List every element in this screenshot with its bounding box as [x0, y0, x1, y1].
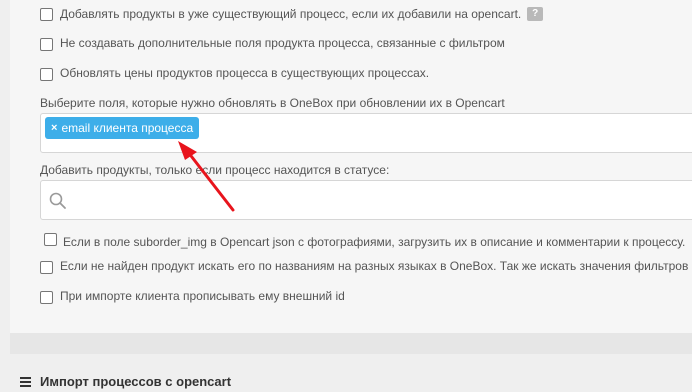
panel-footer-bar — [10, 333, 692, 354]
update-prices-label: Обновлять цены продуктов процесса в суще… — [60, 66, 430, 80]
no-filter-fields-label: Не создавать дополнительные поля продукт… — [60, 36, 505, 50]
external-id-label: При импорте клиента прописывать ему внеш… — [60, 289, 345, 303]
status-label: Добавить продукты, только если процесс н… — [40, 163, 390, 177]
status-search-input[interactable] — [40, 180, 692, 220]
help-icon[interactable]: ? — [527, 7, 544, 21]
suborder-img-checkbox[interactable] — [44, 233, 57, 246]
tag-label: email клиента процесса — [61, 121, 194, 135]
search-by-name-checkbox[interactable] — [40, 261, 53, 274]
add-existing-label: Добавлять продукты в уже существующий пр… — [60, 7, 522, 21]
fields-label: Выберите поля, которые нужно обновлять в… — [40, 96, 505, 110]
search-by-name-label: Если не найден продукт искать его по наз… — [60, 259, 692, 273]
section-title: Импорт процессов с opencart — [40, 374, 232, 389]
suborder-img-label: Если в поле suborder_img в Opencart json… — [63, 235, 686, 249]
update-prices-checkbox[interactable] — [40, 68, 53, 81]
tag-remove-icon[interactable]: × — [51, 122, 57, 134]
add-existing-row: Добавлять продукты в уже существующий пр… — [60, 6, 544, 22]
hamburger-icon — [20, 375, 31, 389]
fields-multiselect[interactable]: × email клиента процесса — [40, 113, 692, 153]
no-filter-fields-checkbox[interactable] — [40, 38, 53, 51]
import-section-header[interactable]: Импорт процессов с opencart — [20, 374, 231, 389]
add-existing-checkbox[interactable] — [40, 8, 53, 21]
search-icon — [49, 192, 66, 209]
selected-field-tag: × email клиента процесса — [45, 117, 200, 139]
external-id-checkbox[interactable] — [40, 291, 53, 304]
